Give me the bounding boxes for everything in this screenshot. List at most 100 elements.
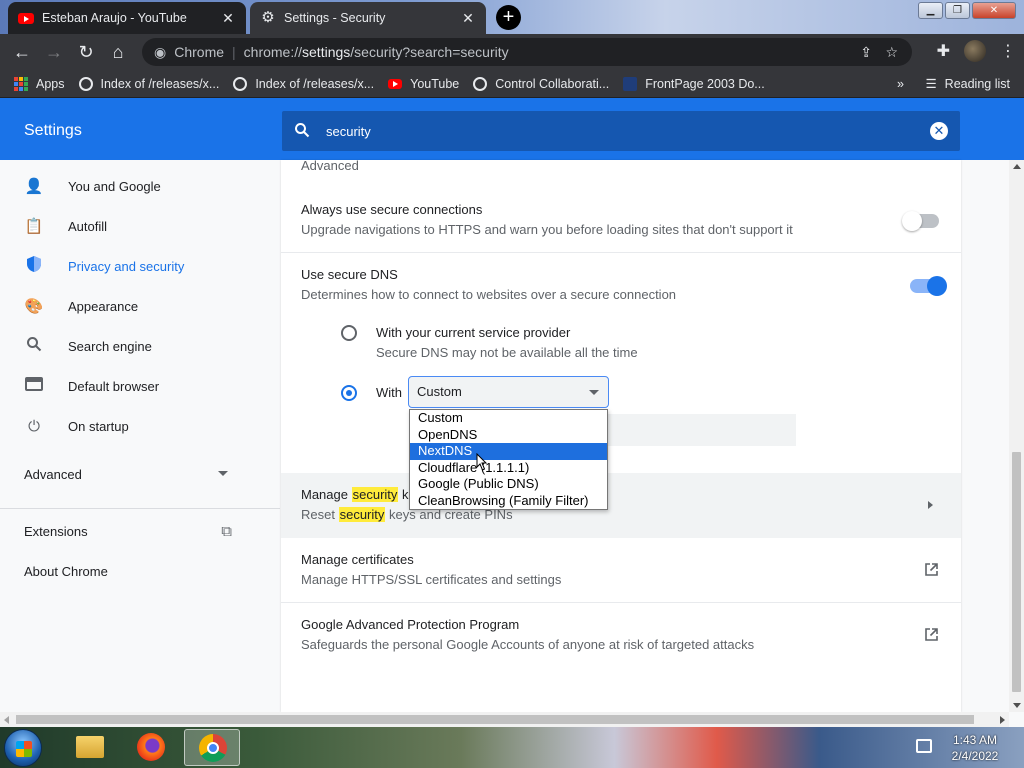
- with-label: With: [376, 385, 402, 400]
- scroll-up-icon[interactable]: [1013, 164, 1021, 169]
- home-button[interactable]: ⌂: [102, 42, 134, 63]
- advanced-protection-row[interactable]: Google Advanced Protection Program Safeg…: [281, 603, 961, 667]
- forward-button[interactable]: →: [38, 42, 70, 63]
- scroll-left-icon[interactable]: [4, 716, 9, 724]
- profile-avatar[interactable]: [964, 40, 986, 62]
- reload-button[interactable]: ↻: [70, 42, 102, 63]
- youtube-icon: [388, 78, 403, 89]
- back-button[interactable]: ←: [6, 42, 38, 63]
- sidebar-advanced-toggle[interactable]: Advanced: [0, 454, 280, 494]
- power-icon: ⏻: [28, 417, 40, 435]
- close-window-button[interactable]: ✕: [972, 2, 1016, 19]
- scroll-right-icon[interactable]: [1000, 716, 1005, 724]
- reading-list-icon: ☰: [925, 77, 937, 91]
- sidebar-item-autofill[interactable]: 📋 Autofill: [0, 206, 280, 246]
- person-icon: 👤: [24, 178, 44, 195]
- address-bar[interactable]: ◉ Chrome | chrome://settings/security?se…: [142, 38, 912, 66]
- toolbar-right: ✚ ⋮: [937, 40, 1016, 62]
- bookmark-index-1[interactable]: Index of /releases/x...: [78, 76, 219, 91]
- site-label: Chrome: [174, 44, 225, 60]
- secure-connections-toggle[interactable]: [902, 211, 939, 231]
- chevron-down-icon: [218, 471, 228, 476]
- bookmarks-overflow-button[interactable]: »: [897, 77, 904, 91]
- scroll-down-icon[interactable]: [1013, 703, 1021, 708]
- chevron-right-icon: [928, 501, 933, 509]
- bookmarks-bar: Apps Index of /releases/x... Index of /r…: [0, 70, 1024, 98]
- sidebar-item-about-chrome[interactable]: About Chrome: [0, 551, 280, 591]
- reading-list-button[interactable]: ☰ Reading list: [925, 76, 1010, 92]
- minimize-button[interactable]: ▁: [918, 2, 943, 19]
- tab-settings[interactable]: ⚙ Settings - Security ✕: [250, 2, 486, 34]
- horizontal-scrollbar[interactable]: [0, 712, 1009, 727]
- sidebar-item-search-engine[interactable]: Search engine: [0, 326, 280, 366]
- sidebar-item-privacy-and-security[interactable]: Privacy and security: [0, 246, 280, 286]
- settings-search: ✕: [282, 111, 960, 151]
- globe-icon: [233, 76, 248, 91]
- sidebar-item-default-browser[interactable]: Default browser: [0, 366, 280, 406]
- windows-taskbar: 1:43 AM 2/4/2022: [0, 727, 1024, 768]
- bookmark-apps[interactable]: Apps: [14, 76, 65, 91]
- dropdown-option[interactable]: Cloudflare (1.1.1.1): [410, 460, 607, 477]
- custom-dns-input[interactable]: [601, 414, 796, 446]
- manage-certificates-row[interactable]: Manage certificates Manage HTTPS/SSL cer…: [281, 538, 961, 602]
- folder-icon: [76, 736, 104, 758]
- search-highlight: security: [338, 507, 386, 522]
- palette-icon: 🎨: [24, 298, 44, 315]
- network-icon[interactable]: [916, 739, 932, 753]
- url-scheme: chrome://: [243, 44, 303, 60]
- radio-current-provider[interactable]: [341, 325, 357, 341]
- manage-security-keys-row[interactable]: Manage security keys Reset security keys…: [281, 473, 961, 538]
- sidebar-item-appearance[interactable]: 🎨 Appearance: [0, 286, 280, 326]
- search-icon: [24, 336, 44, 356]
- settings-sidebar: 👤 You and Google 📋 Autofill Privacy and …: [0, 160, 280, 712]
- scroll-thumb[interactable]: [16, 715, 974, 724]
- close-tab-icon[interactable]: ✕: [460, 10, 476, 27]
- taskbar-firefox[interactable]: [122, 729, 178, 766]
- sidebar-item-you-and-google[interactable]: 👤 You and Google: [0, 166, 280, 206]
- chrome-site-icon: ◉: [154, 43, 167, 60]
- bookmark-index-2[interactable]: Index of /releases/x...: [233, 76, 374, 91]
- sidebar-item-extensions[interactable]: Extensions ⧉: [0, 511, 280, 551]
- scroll-thumb[interactable]: [1012, 452, 1021, 692]
- dropdown-option[interactable]: Google (Public DNS): [410, 476, 607, 493]
- radio-custom-provider[interactable]: [341, 385, 357, 401]
- taskbar-explorer[interactable]: [60, 729, 116, 766]
- start-button[interactable]: [4, 729, 42, 767]
- url-path: /security?search=security: [350, 44, 509, 60]
- dropdown-option[interactable]: Custom: [410, 410, 607, 427]
- secure-dns-row[interactable]: Use secure DNS Determines how to connect…: [281, 253, 961, 317]
- bookmark-star-icon[interactable]: ☆: [885, 44, 898, 61]
- youtube-icon: [18, 12, 34, 24]
- secure-dns-toggle[interactable]: [910, 276, 947, 296]
- share-icon[interactable]: ⇪: [860, 44, 872, 61]
- vertical-scrollbar[interactable]: [1009, 160, 1024, 712]
- new-tab-button[interactable]: +: [496, 5, 521, 30]
- dropdown-option[interactable]: OpenDNS: [410, 427, 607, 444]
- apps-grid-icon: [14, 76, 28, 91]
- secure-connections-row[interactable]: Always use secure connections Upgrade na…: [281, 188, 961, 252]
- extensions-puzzle-icon[interactable]: ✚: [937, 41, 950, 61]
- dropdown-option[interactable]: CleanBrowsing (Family Filter): [410, 493, 607, 510]
- restore-button[interactable]: ❐: [945, 2, 970, 19]
- browser-toolbar: ← → ↻ ⌂ ◉ Chrome | chrome://settings/sec…: [0, 34, 1024, 70]
- settings-header: Settings ✕: [0, 98, 1024, 160]
- search-icon: [294, 122, 310, 141]
- clipboard-icon: 📋: [24, 218, 44, 235]
- dns-provider-dropdown: Custom OpenDNS NextDNS Cloudflare (1.1.1…: [409, 409, 608, 510]
- bookmark-frontpage[interactable]: FrontPage 2003 Do...: [623, 76, 765, 91]
- search-input[interactable]: [326, 123, 886, 139]
- bookmark-control-collaboration[interactable]: Control Collaborati...: [473, 76, 609, 91]
- clear-search-icon[interactable]: ✕: [930, 122, 948, 140]
- taskbar-chrome[interactable]: [184, 729, 240, 766]
- dns-provider-select[interactable]: Custom: [408, 376, 609, 408]
- tab-youtube[interactable]: Esteban Araujo - YouTube ✕: [8, 2, 246, 34]
- menu-kebab-icon[interactable]: ⋮: [1000, 41, 1016, 61]
- close-tab-icon[interactable]: ✕: [220, 10, 236, 27]
- system-clock[interactable]: 1:43 AM 2/4/2022: [940, 732, 1010, 764]
- bookmark-youtube[interactable]: YouTube: [388, 77, 459, 91]
- dropdown-option-highlighted[interactable]: NextDNS: [410, 443, 607, 460]
- divider: |: [232, 44, 236, 60]
- open-in-new-icon: [924, 562, 939, 577]
- chrome-icon: [199, 734, 227, 762]
- sidebar-item-on-startup[interactable]: ⏻ On startup: [0, 406, 280, 446]
